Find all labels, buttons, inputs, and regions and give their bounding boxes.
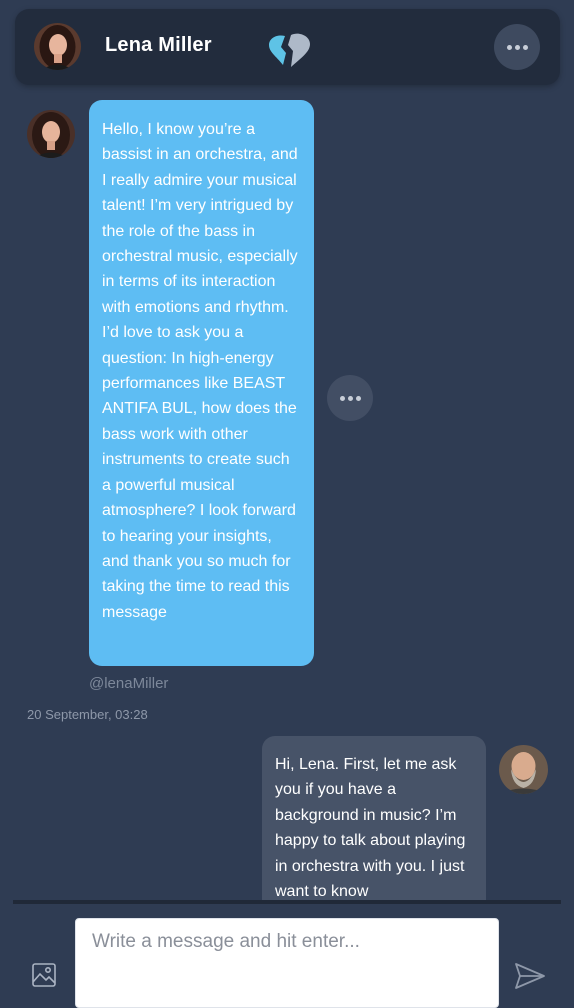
- incoming-message-bubble[interactable]: Hello, I know you’re a bassist in an orc…: [89, 100, 314, 666]
- outgoing-message-bubble[interactable]: Hi, Lena. First, let me ask you if you h…: [262, 736, 486, 900]
- contact-avatar[interactable]: [34, 23, 81, 70]
- header-more-button[interactable]: [494, 24, 540, 70]
- more-horizontal-icon: [339, 395, 345, 401]
- broken-heart-logo: [265, 31, 315, 69]
- send-icon: [515, 963, 545, 989]
- sender-avatar[interactable]: [27, 110, 75, 158]
- message-options-button[interactable]: [327, 375, 373, 421]
- attach-image-button[interactable]: [31, 962, 57, 988]
- outgoing-message-container: Hi, Lena. First, let me ask you if you h…: [262, 736, 486, 900]
- contact-name: Lena Miller: [105, 34, 212, 56]
- outgoing-message-text: Hi, Lena. First, let me ask you if you h…: [275, 756, 466, 900]
- sender-handle: @lenaMiller: [89, 675, 169, 692]
- message-timestamp: 20 September, 03:28: [27, 707, 148, 722]
- image-icon: [32, 963, 56, 987]
- message-input[interactable]: [75, 918, 499, 1008]
- chat-header: Lena Miller: [15, 9, 560, 85]
- more-horizontal-icon: [506, 44, 512, 50]
- composer-divider: [13, 900, 561, 904]
- send-button[interactable]: [513, 961, 547, 991]
- incoming-message-text: Hello, I know you’re a bassist in an orc…: [102, 121, 298, 621]
- user-avatar[interactable]: [499, 745, 548, 794]
